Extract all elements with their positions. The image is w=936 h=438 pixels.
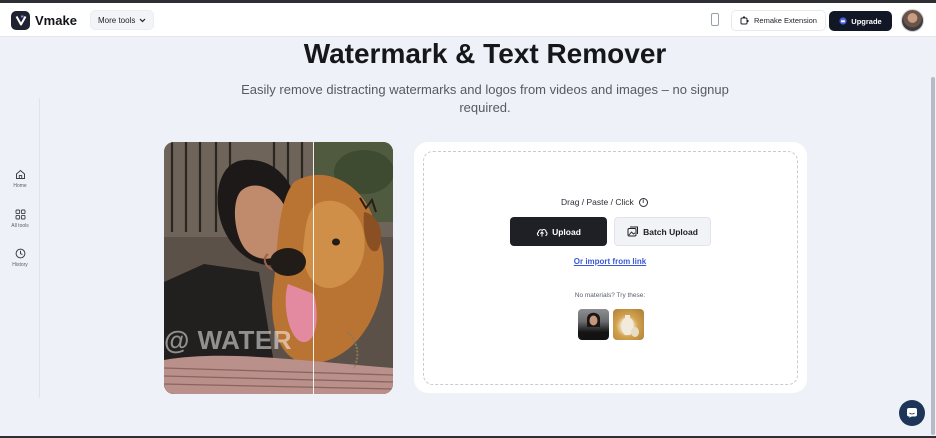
more-tools-label: More tools [98, 15, 136, 25]
batch-upload-label: Batch Upload [643, 226, 698, 237]
crown-icon [839, 17, 847, 25]
info-icon[interactable]: i [638, 197, 648, 207]
sample-image-woman-thumbnail[interactable] [578, 309, 609, 340]
cloud-upload-icon [537, 228, 548, 236]
more-tools-dropdown[interactable]: More tools [90, 10, 155, 30]
chat-support-button[interactable] [899, 400, 925, 426]
user-avatar[interactable] [901, 9, 924, 32]
sample-woman-photo [582, 312, 605, 340]
sidebar-item-label: Home [13, 183, 27, 189]
file-drop-zone[interactable] [423, 151, 798, 385]
grid-icon [15, 209, 25, 220]
upload-button[interactable]: Upload [510, 217, 607, 246]
extension-icon [740, 16, 749, 25]
page-title: Watermark & Text Remover [303, 38, 667, 69]
sample-vase-photo [621, 315, 639, 337]
left-sidebar: Home All tools History [0, 98, 40, 398]
vmake-logo-icon [11, 11, 30, 30]
sidebar-item-label: All tools [11, 223, 29, 229]
mobile-icon[interactable] [711, 13, 719, 26]
remake-extension-button[interactable]: Remake Extension [731, 10, 826, 31]
chat-icon [907, 408, 917, 418]
brand-logo[interactable]: Vmake [11, 11, 77, 30]
remake-extension-label: Remake Extension [754, 16, 817, 25]
woman-hugging-dog-photo [164, 142, 393, 394]
home-icon [15, 169, 25, 179]
scrollbar-thumb[interactable] [931, 77, 935, 435]
top-navigation-bar: Vmake More tools Remake Extension Upgrad… [0, 3, 936, 37]
batch-upload-button[interactable]: Batch Upload [614, 217, 711, 246]
batch-images-icon [627, 226, 639, 237]
import-from-link[interactable]: Or import from link [480, 257, 740, 266]
sidebar-item-all-tools[interactable]: All tools [0, 209, 40, 229]
before-after-preview-image: @ WATER [164, 142, 393, 394]
upgrade-button[interactable]: Upgrade [829, 11, 892, 31]
sidebar-item-home[interactable]: Home [0, 169, 40, 189]
drag-paste-click-hint: Drag / Paste / Click i [561, 197, 648, 207]
sidebar-item-label: History [12, 262, 28, 268]
page-scrollbar[interactable] [930, 41, 935, 436]
sample-watermark-text: @ WATER [164, 325, 293, 355]
sample-image-product-thumbnail[interactable] [613, 309, 644, 340]
upload-label: Upload [552, 226, 581, 237]
brand-name: Vmake [35, 13, 77, 28]
page-subtitle: Easily remove distracting watermarks and… [241, 82, 729, 115]
clock-icon [15, 248, 25, 259]
upgrade-label: Upgrade [851, 16, 882, 26]
sample-materials-label: No materials? Try these: [574, 292, 646, 299]
chevron-down-icon [139, 18, 146, 22]
before-after-divider[interactable] [313, 142, 314, 394]
sidebar-item-history[interactable]: History [0, 248, 40, 268]
drag-hint-label: Drag / Paste / Click [561, 197, 634, 207]
